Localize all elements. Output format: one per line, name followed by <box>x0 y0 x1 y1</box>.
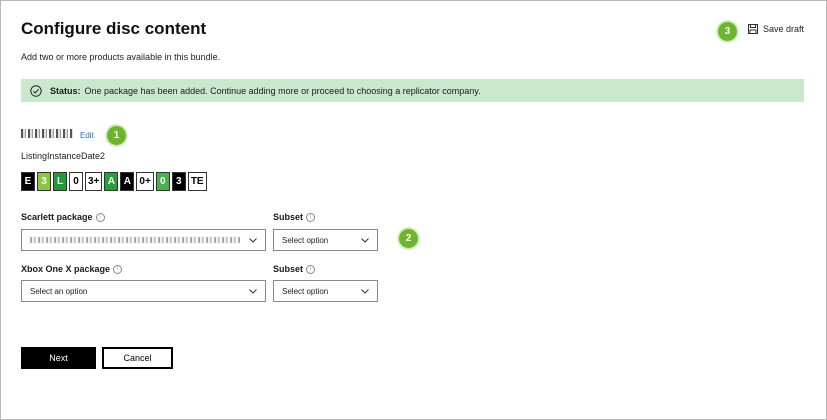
usk-3-rating-icon: 3+ <box>85 172 103 191</box>
rating-te-icon: TE <box>187 172 207 191</box>
chevron-down-icon <box>249 237 257 243</box>
chevron-down-icon <box>361 237 369 243</box>
check-circle-icon <box>30 84 42 97</box>
scarlett-subset-value: Select option <box>282 235 329 245</box>
rating-a-green-icon: A <box>120 172 135 191</box>
xbox-subset-value: Select option <box>282 286 329 296</box>
rating-3-black-icon: 3 <box>171 172 186 191</box>
callout-badge-3: 3 <box>718 22 737 41</box>
scarlett-subset-label: Subset i <box>273 212 316 222</box>
xbox-package-label: Xbox One X package i <box>21 264 123 274</box>
status-message: One package has been added. Continue add… <box>84 85 481 96</box>
info-icon: i <box>95 212 105 222</box>
scarlett-package-label: Scarlett package i <box>21 212 105 222</box>
scarlett-package-select[interactable] <box>21 229 266 251</box>
xbox-subset-label: Subset i <box>273 264 316 274</box>
save-draft-label: Save draft <box>763 24 805 34</box>
cancel-button[interactable]: Cancel <box>102 347 173 369</box>
scarlett-subset-select[interactable]: Select option <box>273 229 378 251</box>
xbox-package-value: Select an option <box>30 286 88 296</box>
page-subtitle: Add two or more products available in th… <box>21 52 221 62</box>
callout-badge-2: 2 <box>399 229 418 248</box>
xbox-package-select[interactable]: Select an option <box>21 280 266 302</box>
rating-all-green-icon: A <box>104 172 119 191</box>
status-label: Status: <box>50 85 81 96</box>
xbox-subset-select[interactable]: Select option <box>273 280 378 302</box>
next-button[interactable]: Next <box>21 347 96 369</box>
listing-instance-date: ListingInstanceDate2 <box>21 151 106 161</box>
chevron-down-icon <box>361 288 369 294</box>
classind-l-rating-icon: L <box>53 172 67 191</box>
chevron-down-icon <box>249 288 257 294</box>
listing-name-redacted <box>21 129 73 138</box>
save-icon <box>748 24 758 34</box>
scarlett-package-value-redacted <box>30 237 240 243</box>
rating-0-green-circle-icon: 0 <box>155 172 170 191</box>
rating-0-white-icon: 0+ <box>136 172 154 191</box>
pegi-3-rating-icon: 3 <box>37 172 51 191</box>
rating-0-diamond-icon: 0 <box>69 172 83 191</box>
page-title: Configure disc content <box>21 19 207 38</box>
info-icon: i <box>113 264 123 274</box>
info-icon: i <box>306 212 316 222</box>
info-icon: i <box>306 264 316 274</box>
save-draft-button[interactable]: Save draft <box>748 24 804 34</box>
esrb-e-rating-icon: E <box>21 172 35 191</box>
edit-link[interactable]: Edit <box>80 131 94 140</box>
callout-badge-1: 1 <box>107 126 126 145</box>
rating-badges: E 3 L 0 3+ A A 0+ 0 3 TE <box>21 172 207 191</box>
status-banner: Status: One package has been added. Cont… <box>21 79 804 102</box>
